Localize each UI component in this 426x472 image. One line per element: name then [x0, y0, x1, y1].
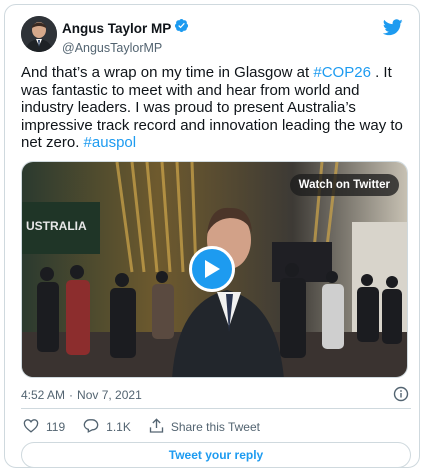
verified-badge-icon — [174, 18, 189, 38]
hashtag-auspol-link[interactable]: #auspol — [84, 134, 137, 151]
tweet-actions: 119 1.1K Share this Tweet — [23, 417, 278, 437]
share-tweet-button[interactable]: Share this Tweet — [149, 417, 260, 437]
tweet-text: And that’s a wrap on my time in Glasgow … — [21, 64, 413, 152]
tweet-time: 4:52 AM — [21, 388, 66, 402]
info-icon[interactable] — [393, 386, 409, 402]
reply-button[interactable]: 1.1K — [83, 418, 131, 436]
tweet-timestamp[interactable]: 4:52 AM · Nov 7, 2021 — [21, 386, 413, 404]
reply-icon — [83, 418, 99, 436]
share-label: Share this Tweet — [170, 420, 260, 434]
tweet-card: Angus Taylor MP @AngusTaylorMP And that’… — [4, 4, 420, 468]
like-count: 119 — [46, 420, 66, 434]
video-media[interactable]: USTRALIA Watch on Twitter — [21, 161, 408, 378]
author-names: Angus Taylor MP @AngusTaylorMP — [62, 18, 189, 55]
tweet-date: Nov 7, 2021 — [77, 388, 142, 402]
heart-icon — [23, 418, 39, 436]
divider — [21, 408, 411, 409]
hashtag-cop26-link[interactable]: #COP26 — [313, 64, 371, 81]
avatar[interactable] — [21, 16, 57, 52]
avatar-image — [21, 16, 57, 52]
tweet-header: Angus Taylor MP @AngusTaylorMP — [21, 16, 407, 60]
like-button[interactable]: 119 — [23, 418, 65, 436]
share-icon — [149, 417, 164, 437]
reply-count: 1.1K — [106, 420, 131, 434]
play-icon[interactable] — [189, 246, 235, 292]
timestamp-separator: · — [69, 388, 74, 402]
author-handle[interactable]: @AngusTaylorMP — [62, 41, 189, 55]
tweet-text-part: And that’s a wrap on my time in Glasgow … — [21, 64, 314, 81]
banner-text: USTRALIA — [26, 219, 87, 233]
twitter-bird-icon[interactable] — [382, 19, 403, 36]
tweet-your-reply-button[interactable]: Tweet your reply — [21, 442, 411, 467]
watch-on-twitter-button[interactable]: Watch on Twitter — [289, 174, 399, 196]
author-display-name[interactable]: Angus Taylor MP — [62, 21, 171, 36]
